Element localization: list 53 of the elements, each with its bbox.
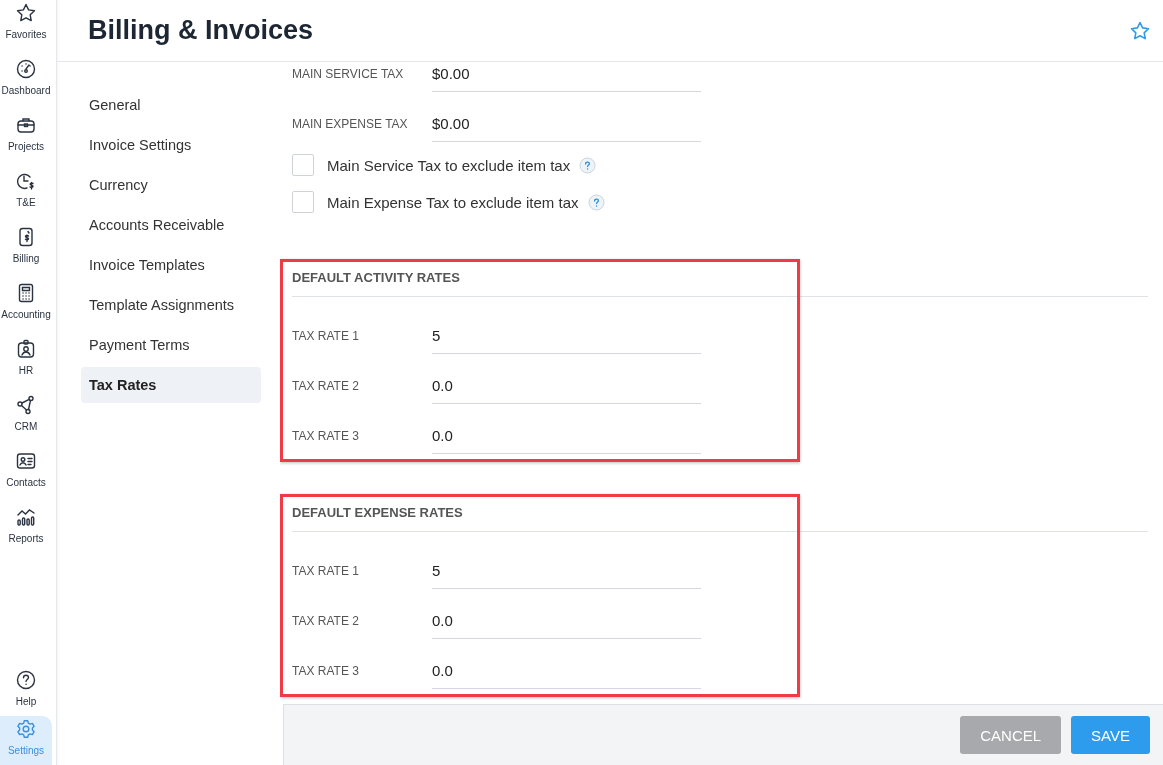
sidebar-item[interactable]: Contacts [0,448,52,504]
help-icon [15,669,37,691]
input-field[interactable]: 5 [432,324,701,354]
network-icon [15,394,37,416]
field-label: TAX RATE 3 [292,663,360,680]
field-label: TAX RATE 2 [292,613,360,630]
nav-item[interactable]: Tax Rates [81,367,261,403]
nav-item[interactable]: Template Assignments [81,287,261,323]
field-label: TAX RATE 1 [292,563,360,580]
nav-item[interactable]: Payment Terms [81,327,261,363]
field-label: TAX RATE 3 [292,428,360,445]
help-icon[interactable] [579,156,597,174]
sidebar-item[interactable]: Help [0,667,52,716]
contact-card-icon [15,450,37,472]
field-label: TAX RATE 1 [292,328,360,345]
settings-icon [15,718,37,740]
field-label: MAIN EXPENSE TAX [292,116,409,133]
sidebar-item[interactable]: Dashboard [0,56,52,112]
star-icon[interactable] [1129,19,1151,42]
checkbox-label: Main Service Tax to exclude item tax [327,156,571,174]
nav-item[interactable]: Invoice Settings [81,127,261,163]
checkbox[interactable] [292,191,314,213]
sidebar-item[interactable]: HR [0,336,52,392]
input-field[interactable]: 0.0 [432,609,701,639]
nav-item[interactable]: General [81,87,261,123]
sidebar-item[interactable]: Reports [0,504,52,560]
section-heading: DEFAULT ACTIVITY RATES [292,259,1148,297]
sidebar-item[interactable]: Projects [0,112,52,168]
input-field[interactable]: $0.00 [432,112,701,142]
sidebar-item[interactable]: T&E [0,168,52,224]
id-badge-icon [15,338,37,360]
field-label: TAX RATE 2 [292,378,360,395]
sidebar-item[interactable]: Billing [0,224,52,280]
star-icon [15,2,37,24]
help-icon[interactable] [587,193,605,211]
input-field[interactable]: 0.0 [432,424,701,454]
input-field[interactable]: 0.0 [432,374,701,404]
nav-item[interactable]: Accounts Receivable [81,207,261,243]
sidebar-item[interactable]: Favorites [0,0,52,56]
checkbox[interactable] [292,154,314,176]
input-field[interactable]: 5 [432,559,701,589]
sidebar-item[interactable]: CRM [0,392,52,448]
sidebar-item[interactable]: Accounting [0,280,52,336]
field-label: MAIN SERVICE TAX [292,66,405,83]
nav-item[interactable]: Currency [81,167,261,203]
page-title: Billing & Invoices [88,15,314,46]
chart-icon [15,506,37,528]
input-field[interactable]: $0.00 [432,62,701,92]
section-heading: DEFAULT EXPENSE RATES [292,494,1148,532]
nav-item[interactable]: Invoice Templates [81,247,261,283]
gauge-icon [15,58,37,80]
checkbox-label: Main Expense Tax to exclude item tax [327,193,579,211]
input-field[interactable]: 0.0 [432,659,701,689]
